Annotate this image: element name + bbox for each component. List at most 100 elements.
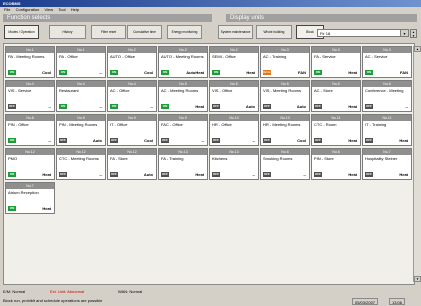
modes-operation-button[interactable]: Modes / Operation	[4, 25, 39, 39]
unit-tile[interactable]: No.6 PIN - Store OFF Heat	[311, 148, 361, 180]
unit-tile[interactable]: No.3 AC - Service ON FAN	[362, 46, 412, 78]
chevron-down-icon[interactable]: ▾	[400, 30, 408, 36]
status-indicator-icon: OFF	[110, 172, 118, 177]
unit-mode: --	[150, 104, 153, 109]
unit-name: PIN - Meeting Rooms	[59, 122, 98, 127]
unit-tile[interactable]: No.1 PA - Meeting Rooms ON Cool	[5, 46, 55, 78]
unit-tile[interactable]: No.12 CTC - Meeting Rooms OFF --	[56, 148, 106, 180]
unit-mode: Heat	[42, 206, 51, 211]
floor-select[interactable]: Flr 18 ▾	[317, 29, 409, 37]
scroll-down-icon[interactable]: ▼	[414, 276, 421, 282]
unit-tile[interactable]: No.6 AC - Store OFF Heat	[311, 80, 361, 112]
whole-building-button[interactable]: Whole building	[256, 25, 292, 39]
unit-name: AC - Service	[365, 54, 388, 59]
menu-configuration[interactable]: Configuration	[16, 7, 40, 12]
unit-tile[interactable]: No.12 PMO ON Heat	[5, 148, 55, 180]
menu-view[interactable]: View	[45, 7, 54, 12]
unit-mode: Heat	[348, 172, 357, 177]
status-indicator-icon: ON	[161, 104, 169, 109]
vertical-scrollbar[interactable]: ▲ ▼	[413, 46, 421, 282]
unit-tile[interactable]: No.2 AUTO - Meeting Rooms ON AutoHeat	[158, 46, 208, 78]
status-indicator-icon: OFF	[263, 138, 271, 143]
unit-tile[interactable]: No.9 PIN - Meeting Rooms OFF Auto	[56, 114, 106, 146]
unit-name: HR - Meeting Rooms	[263, 122, 301, 127]
unit-status-bar: OFF Heat	[312, 137, 360, 144]
unit-tile[interactable]: No.3 FA - Service ON Heat	[311, 46, 361, 78]
status-indicator-icon: ON	[161, 70, 169, 75]
filter-reset-button[interactable]: Filter reset	[91, 25, 126, 39]
unit-name: AC - Store	[314, 88, 333, 93]
window-title: ECOBMS	[3, 1, 21, 6]
toolbar: Modes / Operation History Filter reset C…	[0, 23, 421, 40]
unit-status-bar: ON Cool	[6, 69, 54, 76]
unit-tile[interactable]: No.7 Atrium Reception ON Heat	[5, 182, 55, 214]
unit-status-bar: ON Cool	[108, 69, 156, 76]
unit-tile[interactable]: No.4 VIS - Service OFF --	[5, 80, 55, 112]
unit-mode: --	[99, 104, 102, 109]
unit-tile[interactable]: No.9 IT - Office OFF Cool	[107, 114, 157, 146]
system-maintenance-button[interactable]: System maintenance	[218, 25, 253, 39]
unit-tile[interactable]: No.13 FA - Training OFF Heat	[158, 148, 208, 180]
status-indicator-icon: ON	[110, 104, 118, 109]
unit-name: AUTO - Meeting Rooms	[161, 54, 204, 59]
unit-tile[interactable]: No.2 SEMI - Office ON Heat	[209, 46, 259, 78]
unit-tile[interactable]: No.5 VIS - Meeting Rooms OFF Auto	[260, 80, 310, 112]
unit-tile[interactable]: No.10 HR - Meeting Rooms OFF Cool	[260, 114, 310, 146]
unit-mode: Auto	[143, 172, 153, 177]
unit-tile[interactable]: No.2 AUTO - Office ON Cool	[107, 46, 157, 78]
unit-status-bar: ON Heat	[210, 69, 258, 76]
unit-tile[interactable]: No.6 Smoking Rooms OFF --	[260, 148, 310, 180]
unit-status-bar: OFF Heat	[312, 171, 360, 178]
unit-status-bar: OFF Cool	[261, 137, 309, 144]
energy-monitoring-button[interactable]: Energy monitoring	[167, 25, 202, 39]
spin-down-icon[interactable]: ▼	[411, 34, 416, 38]
unit-name: CTC - Room	[314, 122, 337, 127]
menu-help[interactable]: Help	[71, 7, 79, 12]
unit-mode: Cool	[144, 138, 153, 143]
unit-status-bar: OFF --	[261, 171, 309, 178]
unit-tile[interactable]: No.6 Conference - Meeting OFF --	[362, 80, 412, 112]
unit-name: Kitchens	[212, 156, 228, 161]
unit-tile[interactable]: No.3 AC - Training Error FAN	[260, 46, 310, 78]
cumulative-time-button[interactable]: Cumulative time	[127, 25, 162, 39]
status-wan: WAN: Normal	[118, 289, 143, 294]
status-indicator-icon: OFF	[314, 138, 322, 143]
unit-name: IT - Office	[110, 122, 128, 127]
status-indicator-icon: OFF	[263, 104, 271, 109]
unit-tile[interactable]: No.11 CTC - Room OFF Heat	[311, 114, 361, 146]
scroll-up-icon[interactable]: ▲	[414, 46, 421, 52]
unit-mode: Auto	[92, 138, 102, 143]
status-indicator-icon: Error	[263, 70, 271, 75]
unit-name: CTC - Meeting Rooms	[59, 156, 99, 161]
unit-name: FA - Service	[314, 54, 336, 59]
unit-tile[interactable]: No.12 FA - Store OFF Auto	[107, 148, 157, 180]
unit-status-bar: OFF Heat	[363, 137, 411, 144]
unit-name: PMO	[8, 156, 18, 161]
function-select-header: Function selects	[3, 14, 212, 22]
unit-tile[interactable]: No.4 Restaurant ON --	[56, 80, 106, 112]
unit-tile[interactable]: No.10 HR - Office OFF --	[209, 114, 259, 146]
unit-tile[interactable]: No.1 PA - Office ON --	[56, 46, 106, 78]
unit-status-bar: OFF --	[210, 171, 258, 178]
unit-tile[interactable]: No.5 VIS - Office OFF Auto	[209, 80, 259, 112]
unit-status-bar: OFF --	[363, 103, 411, 110]
unit-tile[interactable]: No.13 Kitchens OFF --	[209, 148, 259, 180]
floor-value: Flr 18	[320, 31, 331, 36]
menu-tool[interactable]: Tool	[58, 7, 65, 12]
unit-mode: Heat	[399, 138, 408, 143]
unit-mode: Heat	[348, 104, 357, 109]
unit-tile[interactable]: No.11 IT - Training OFF Heat	[362, 114, 412, 146]
unit-mode: --	[99, 172, 102, 177]
unit-mode: Heat	[195, 104, 204, 109]
menu-file[interactable]: File	[4, 7, 10, 12]
unit-name: IT - Training	[365, 122, 387, 127]
status-indicator-icon: OFF	[59, 172, 67, 177]
unit-tile[interactable]: No.4 AC - Office ON --	[107, 80, 157, 112]
unit-tile[interactable]: No.9 FAC - Office OFF --	[158, 114, 208, 146]
unit-tile[interactable]: No.8 PIN - Office ON --	[5, 114, 55, 146]
history-button[interactable]: History	[49, 25, 86, 39]
unit-mode: Heat	[399, 172, 408, 177]
unit-tile[interactable]: No.7 Hospitality Steiner OFF Heat	[362, 148, 412, 180]
floor-spinner[interactable]: ▲ ▼	[410, 29, 417, 38]
unit-tile[interactable]: No.5 AC - Meeting Rooms ON Heat	[158, 80, 208, 112]
